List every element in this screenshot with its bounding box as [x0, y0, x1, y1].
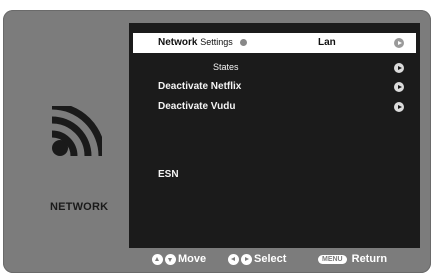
return-hint: MENU Return: [318, 253, 387, 265]
right-arrow-icon: [241, 253, 252, 265]
chevron-right-icon: [394, 63, 404, 73]
left-arrow-icon: [228, 253, 239, 265]
menu-item-label: ESN: [158, 169, 179, 180]
select-label: Select: [254, 253, 287, 265]
move-hint: Move: [152, 253, 206, 265]
category-label: NETWORK: [50, 201, 109, 213]
settings-menu: Network Settings Lan States Deactivate N…: [129, 23, 420, 248]
left-arrow-icon: [239, 38, 247, 46]
category-panel: NETWORK: [12, 24, 118, 256]
menu-item-label: Deactivate Netflix: [158, 81, 242, 92]
network-label: Network: [158, 37, 198, 48]
menu-item-esn[interactable]: ESN: [133, 165, 416, 185]
menu-item-label: States: [213, 62, 239, 72]
up-arrow-icon: [152, 253, 163, 265]
menu-item-label: Deactivate Vudu: [158, 101, 236, 112]
menu-item-deactivate-vudu[interactable]: Deactivate Vudu: [133, 97, 416, 117]
chevron-right-icon: [394, 102, 404, 112]
network-value: Lan: [318, 37, 336, 48]
move-label: Move: [178, 253, 207, 265]
down-arrow-icon: [165, 253, 176, 265]
wifi-icon: [51, 106, 102, 157]
chevron-right-icon: [394, 82, 404, 92]
menu-key-icon: MENU: [318, 254, 347, 264]
settings-label: Settings: [200, 37, 233, 47]
button-hints: Move Select MENU Return: [129, 248, 420, 270]
return-label: Return: [351, 253, 388, 265]
menu-item-label: Network Settings: [158, 37, 247, 48]
chevron-right-icon: [394, 38, 404, 48]
menu-item-network-settings[interactable]: Network Settings Lan: [133, 33, 416, 53]
menu-item-deactivate-netflix[interactable]: Deactivate Netflix: [133, 77, 416, 97]
select-hint: Select: [228, 253, 286, 265]
menu-item-states[interactable]: States: [133, 58, 416, 78]
